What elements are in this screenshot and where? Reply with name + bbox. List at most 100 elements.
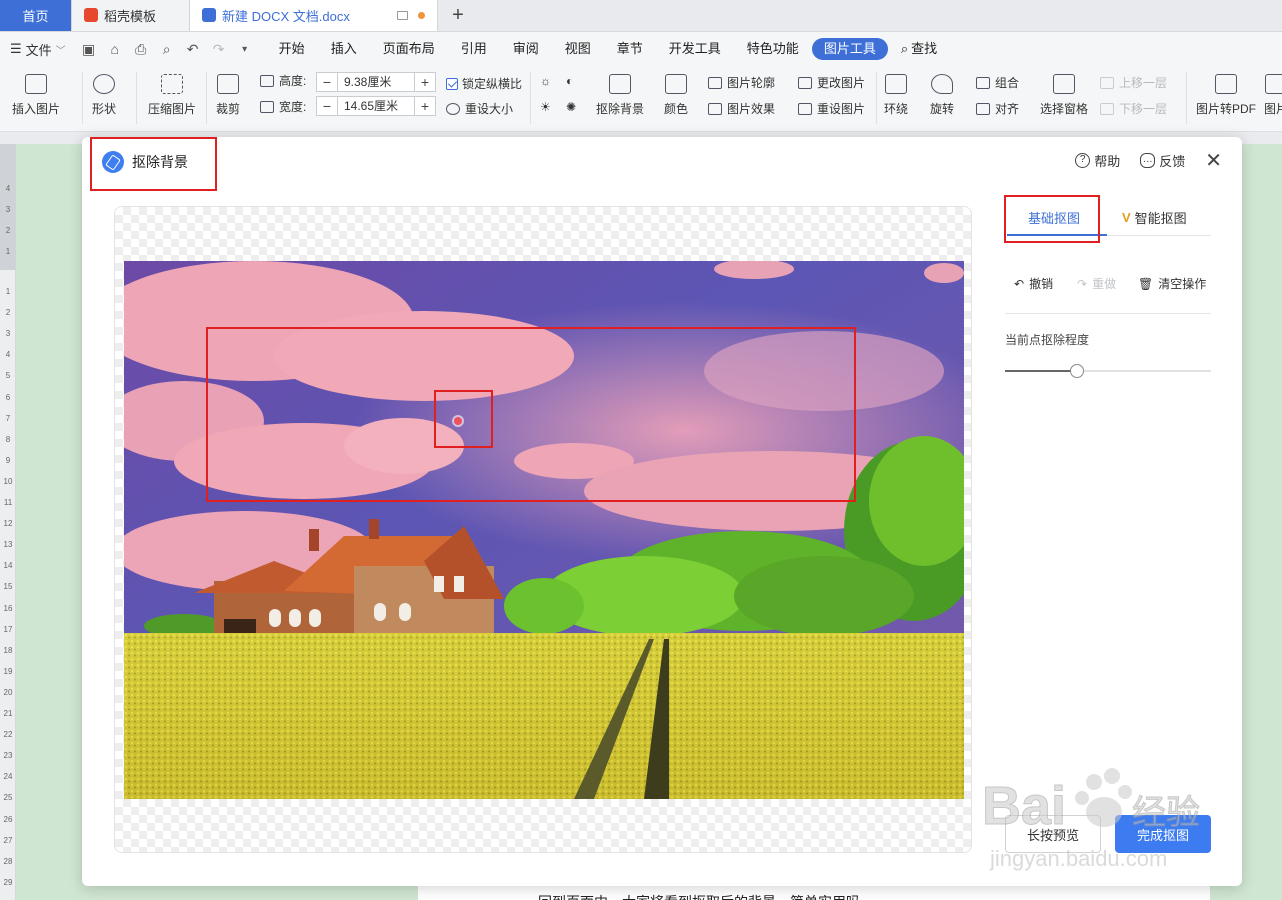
monitor-icon[interactable] — [397, 10, 408, 20]
ruler-number: 11 — [3, 498, 13, 507]
remove-background-label: 抠除背景 — [596, 102, 645, 116]
close-icon[interactable]: ✕ — [1205, 151, 1222, 171]
menu-features[interactable]: 特色功能 — [734, 38, 812, 60]
group-label: 组合 — [995, 76, 1020, 90]
lock-ratio-checkbox[interactable]: 锁定纵横比 — [446, 75, 522, 92]
reset-picture-icon — [798, 102, 812, 115]
height-label: 高度: — [279, 74, 307, 88]
ruler-number: 19 — [3, 666, 13, 676]
highlight-click-point — [434, 390, 493, 448]
ruler-number: 3 — [5, 205, 11, 214]
undo-button[interactable]: ↶ 撤销 — [1014, 275, 1053, 292]
brightness-up-icon[interactable]: ☼ — [540, 74, 551, 88]
menu-insert[interactable]: 插入 — [318, 38, 370, 60]
wrap-button[interactable]: 环绕 — [884, 74, 908, 117]
tab-template[interactable]: 稻壳模板 — [72, 0, 190, 31]
crop-label: 裁剪 — [216, 102, 241, 116]
ruler-number: 10 — [3, 476, 13, 486]
menu-review[interactable]: 审阅 — [500, 38, 552, 60]
undo-icon: ↶ — [1014, 276, 1025, 291]
undo-icon[interactable]: ↶ — [180, 41, 206, 58]
compress-icon — [161, 74, 183, 94]
align-button[interactable]: 对齐 — [976, 100, 1019, 117]
height-stepper[interactable]: − 9.38厘米 + — [316, 72, 436, 92]
highlight-basic-tab — [1004, 195, 1100, 243]
crop-button[interactable]: 裁剪 — [216, 74, 240, 117]
menu-section[interactable]: 章节 — [604, 38, 656, 60]
help-label: 帮助 — [1094, 154, 1121, 169]
menu-developer[interactable]: 开发工具 — [656, 38, 734, 60]
send-backward-button[interactable]: 下移一层 — [1100, 100, 1167, 117]
height-value[interactable]: 9.38厘米 — [337, 73, 415, 91]
tab-smart-cutout[interactable]: V 智能抠图 — [1122, 208, 1187, 227]
slider-knob[interactable] — [1070, 364, 1085, 378]
picture-to-pdf-button[interactable]: 图片转PDF — [1196, 74, 1256, 117]
selection-pane-button[interactable]: 选择窗格 — [1040, 74, 1088, 117]
help-button[interactable]: ? 帮助 — [1075, 151, 1120, 170]
menu-start[interactable]: 开始 — [266, 38, 318, 60]
ruler-number: 5 — [5, 371, 11, 381]
print-preview-icon[interactable]: ⌕ — [154, 41, 180, 58]
menu-search[interactable]: ⌕ 查找 — [888, 38, 950, 60]
brightness-down-icon[interactable]: ☀ — [540, 100, 551, 114]
clear-label: 清空操作 — [1158, 277, 1207, 291]
redo-label: 重做 — [1092, 277, 1117, 291]
width-value[interactable]: 14.65厘米 — [337, 97, 415, 115]
tab-smart-cutout-label: 智能抠图 — [1134, 211, 1187, 226]
menu-picture-tools[interactable]: 图片工具 — [811, 38, 888, 60]
insert-picture-button[interactable]: 插入图片 — [12, 74, 60, 117]
bring-forward-button[interactable]: 上移一层 — [1100, 74, 1167, 91]
marker-point-icon[interactable] — [454, 417, 462, 425]
change-picture-button[interactable]: 更改图片 — [798, 74, 865, 91]
width-decrease[interactable]: − — [317, 97, 337, 115]
picture-outline-button[interactable]: 图片轮廓 — [708, 74, 775, 91]
menu-view[interactable]: 视图 — [552, 38, 604, 60]
remove-background-button[interactable]: 抠除背景 — [596, 74, 644, 117]
contrast-up-icon[interactable]: ◐ — [566, 74, 573, 88]
tab-document[interactable]: 新建 DOCX 文档.docx — [190, 0, 438, 31]
customize-icon[interactable]: ▾ — [232, 44, 258, 55]
redo-button[interactable]: ↷ 重做 — [1077, 275, 1116, 292]
image-canvas[interactable] — [114, 206, 972, 853]
height-increase[interactable]: + — [415, 73, 435, 91]
width-stepper[interactable]: − 14.65厘米 + — [316, 96, 436, 116]
redo-icon[interactable]: ↷ — [206, 41, 232, 58]
selection-pane-icon — [1053, 74, 1075, 94]
degree-slider[interactable] — [1005, 364, 1211, 378]
checkbox-icon — [446, 77, 458, 90]
trash-icon: 🗑 — [1138, 276, 1154, 291]
dialog-actions: ? 帮助 … 反馈 ✕ — [1075, 151, 1222, 171]
ruler-number: 2 — [5, 308, 11, 318]
tab-bar: 首页 稻壳模板 新建 DOCX 文档.docx + — [0, 0, 1282, 32]
menu-references[interactable]: 引用 — [448, 38, 500, 60]
width-increase[interactable]: + — [415, 97, 435, 115]
group-button[interactable]: 组合 — [976, 74, 1019, 91]
more-picture-button[interactable]: 图片 — [1264, 74, 1282, 117]
reset-picture-button[interactable]: 重设图片 — [798, 100, 865, 117]
ruler-number: 2 — [5, 226, 11, 235]
contrast-down-icon[interactable]: ✺ — [566, 100, 576, 114]
format-painter-icon[interactable]: ⌂ — [102, 41, 128, 57]
picture-to-pdf-label: 图片转PDF — [1196, 102, 1257, 116]
clear-button[interactable]: 🗑 清空操作 — [1138, 275, 1206, 292]
save-icon[interactable]: ▣ — [76, 41, 102, 58]
rotate-button[interactable]: 旋转 — [930, 74, 954, 117]
color-label: 颜色 — [664, 102, 689, 116]
print-icon[interactable]: ⎙ — [128, 41, 154, 58]
change-picture-label: 更改图片 — [817, 76, 866, 90]
menu-layout[interactable]: 页面布局 — [370, 38, 448, 60]
picture-effects-button[interactable]: 图片效果 — [708, 100, 775, 117]
height-decrease[interactable]: − — [317, 73, 337, 91]
color-button[interactable]: 颜色 — [664, 74, 688, 117]
compress-button[interactable]: 压缩图片 — [148, 74, 196, 117]
bring-forward-label: 上移一层 — [1119, 76, 1168, 90]
ruler-number: 4 — [5, 350, 11, 360]
feedback-button[interactable]: … 反馈 — [1140, 151, 1185, 170]
tab-home[interactable]: 首页 — [0, 0, 72, 31]
ruler-number: 18 — [3, 645, 13, 655]
reset-size-button[interactable]: 重设大小 — [446, 100, 513, 117]
file-menu[interactable]: ☰ 文件 ﹀ — [10, 40, 66, 59]
shape-button[interactable]: 形状 — [92, 74, 116, 117]
new-tab-button[interactable]: + — [438, 0, 478, 31]
width-label-group: 宽度: — [260, 98, 306, 115]
